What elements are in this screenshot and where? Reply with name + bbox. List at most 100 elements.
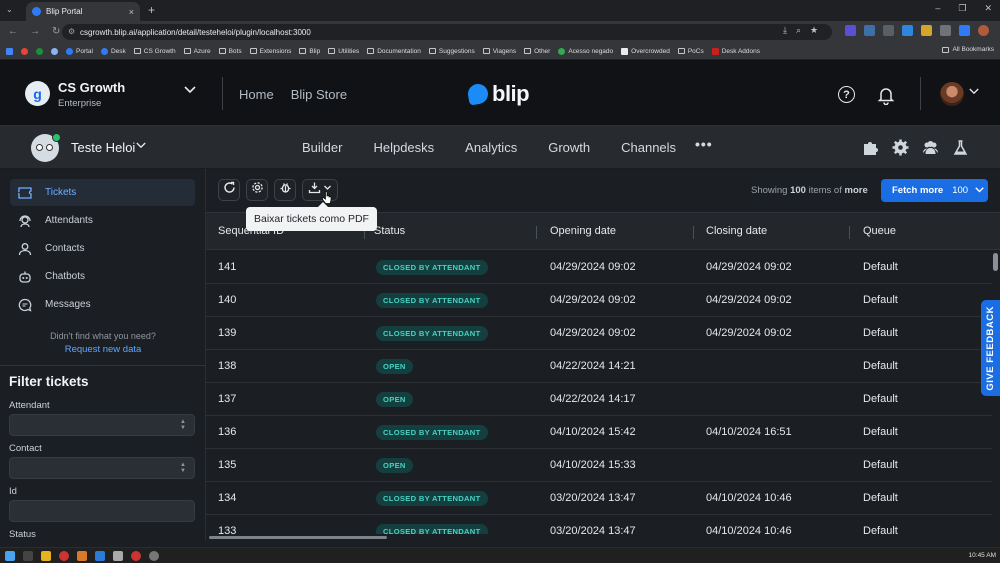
id-input[interactable]	[9, 500, 195, 522]
puzzle-icon[interactable]	[862, 139, 879, 156]
star-icon[interactable]: ★	[810, 25, 818, 36]
nav-analytics[interactable]: Analytics	[465, 140, 517, 155]
taskview-icon[interactable]	[23, 551, 33, 561]
minimize-button[interactable]: –	[935, 3, 940, 14]
settings-button[interactable]	[246, 179, 268, 201]
bookmark-overcrowded[interactable]: Overcrowded	[621, 47, 670, 55]
bot-name[interactable]: Teste Heloi	[71, 140, 135, 155]
vertical-scrollbar[interactable]	[993, 253, 998, 271]
table-row[interactable]: 139 CLOSED BY ATTENDANT 04/29/2024 09:02…	[206, 317, 992, 350]
app-icon[interactable]	[113, 551, 123, 561]
install-icon[interactable]: ⤓	[783, 25, 787, 36]
chevron-down-icon[interactable]	[969, 87, 979, 98]
column-header-closing-date[interactable]: Closing date	[706, 225, 767, 237]
start-icon[interactable]	[5, 551, 15, 561]
bookmark-portal[interactable]: Portal	[66, 47, 93, 55]
sidebar-item-attendants[interactable]: Attendants	[10, 207, 195, 234]
extension-icon[interactable]	[845, 25, 856, 36]
tab-search-icon[interactable]: ⌄	[6, 5, 13, 14]
reload-icon[interactable]: ↻	[52, 26, 60, 37]
help-icon[interactable]: ?	[838, 86, 855, 103]
app-icon[interactable]	[149, 551, 159, 561]
bookmark-apps-icon[interactable]	[6, 47, 13, 55]
zoom-icon[interactable]: ⌕	[796, 25, 801, 36]
extension-icon[interactable]	[864, 25, 875, 36]
bookmark-folder-suggestions[interactable]: Suggestions	[428, 48, 475, 55]
file-explorer-icon[interactable]	[41, 551, 51, 561]
extension-icon[interactable]	[921, 25, 932, 36]
back-icon[interactable]: ←	[8, 26, 18, 37]
sidebar-item-chatbots[interactable]: Chatbots	[10, 263, 195, 290]
extension-icon[interactable]	[883, 25, 894, 36]
bot-avatar[interactable]	[31, 133, 61, 162]
debug-button[interactable]	[274, 179, 296, 201]
table-row[interactable]: 137 OPEN 04/22/2024 14:17 Default	[206, 383, 992, 416]
bookmark-folder-viagens[interactable]: Viagens	[482, 48, 516, 55]
bookmark-folder-cs-growth[interactable]: CS Growth	[133, 48, 176, 55]
vscode-icon[interactable]	[95, 551, 105, 561]
chevron-down-icon[interactable]	[184, 86, 196, 97]
forward-icon[interactable]: →	[30, 26, 40, 37]
new-tab-button[interactable]: +	[148, 3, 155, 17]
extension-icon[interactable]	[902, 25, 913, 36]
bookmark-folder-utilities[interactable]: Utilities	[328, 48, 359, 55]
download-dropdown-button[interactable]	[302, 179, 338, 201]
bookmark-folder-extensions[interactable]: Extensions	[249, 48, 291, 55]
nav-home[interactable]: Home	[239, 87, 274, 102]
request-data-link[interactable]: Request new data	[0, 344, 206, 355]
column-header-queue[interactable]: Queue	[863, 225, 896, 237]
avatar[interactable]	[940, 82, 964, 106]
tab-close-icon[interactable]: ×	[129, 7, 134, 17]
bookmark-acesso-negado[interactable]: Acesso negado	[558, 47, 613, 55]
flask-icon[interactable]	[952, 139, 969, 156]
column-divider[interactable]	[849, 226, 850, 239]
table-row[interactable]: 135 OPEN 04/10/2024 15:33 Default	[206, 449, 992, 482]
bookmark-gmail-icon[interactable]	[21, 47, 28, 55]
bookmark-folder-blip[interactable]: Blip	[299, 48, 320, 55]
table-row[interactable]: 134 CLOSED BY ATTENDANT 03/20/2024 13:47…	[206, 482, 992, 515]
column-header-opening-date[interactable]: Opening date	[550, 225, 616, 237]
column-divider[interactable]	[536, 226, 537, 239]
blip-logo[interactable]: blip	[466, 81, 530, 107]
table-row[interactable]: 141 CLOSED BY ATTENDANT 04/29/2024 09:02…	[206, 251, 992, 284]
horizontal-scrollbar[interactable]	[209, 536, 387, 539]
column-divider[interactable]	[693, 226, 694, 239]
team-icon[interactable]	[922, 139, 939, 156]
org-name[interactable]: CS Growth	[58, 80, 125, 95]
bookmark-icon[interactable]	[36, 47, 43, 55]
bookmark-icon[interactable]	[51, 47, 58, 55]
nav-blip-store[interactable]: Blip Store	[291, 87, 347, 102]
maximize-button[interactable]: ❐	[958, 3, 966, 14]
browser-tab[interactable]: Blip Portal ×	[26, 2, 140, 21]
nav-helpdesks[interactable]: Helpdesks	[373, 140, 434, 155]
bookmark-folder-bots[interactable]: Bots	[218, 48, 242, 55]
chrome-icon[interactable]	[131, 551, 141, 561]
bookmark-folder-other[interactable]: Other	[524, 48, 550, 55]
profile-icon[interactable]	[978, 25, 989, 36]
all-bookmarks[interactable]: All Bookmarks	[942, 46, 994, 53]
chrome-icon[interactable]	[59, 551, 69, 561]
bookmark-desk-addons[interactable]: Desk Addons	[711, 47, 760, 55]
bell-icon[interactable]	[876, 85, 896, 106]
extension-icon[interactable]	[959, 25, 970, 36]
bookmark-folder-azure[interactable]: Azure	[183, 48, 211, 55]
table-row[interactable]: 140 CLOSED BY ATTENDANT 04/29/2024 09:02…	[206, 284, 992, 317]
chevron-down-icon[interactable]	[136, 141, 146, 151]
org-logo[interactable]: g	[25, 81, 50, 106]
refresh-button[interactable]	[218, 179, 240, 201]
bookmark-folder-documentation[interactable]: Documentation	[367, 48, 421, 55]
give-feedback-button[interactable]: GIVE FEEDBACK	[981, 300, 1000, 396]
site-info-icon[interactable]: ⚙	[68, 27, 75, 36]
table-row[interactable]: 133 CLOSED BY ATTENDANT 03/20/2024 13:47…	[206, 515, 992, 534]
puzzle-extensions-icon[interactable]	[940, 25, 951, 36]
url-input[interactable]: ⚙ csgrowth.blip.ai/application/detail/te…	[62, 24, 832, 40]
bookmark-folder-pocs[interactable]: PoCs	[677, 48, 704, 55]
column-header-status[interactable]: Status	[374, 225, 405, 237]
nav-growth[interactable]: Growth	[548, 140, 590, 155]
sidebar-item-contacts[interactable]: Contacts	[10, 235, 195, 262]
nav-builder[interactable]: Builder	[302, 140, 342, 155]
table-row[interactable]: 136 CLOSED BY ATTENDANT 04/10/2024 15:42…	[206, 416, 992, 449]
table-row[interactable]: 138 OPEN 04/22/2024 14:21 Default	[206, 350, 992, 383]
more-options-icon[interactable]: •••	[695, 136, 713, 152]
sidebar-item-tickets[interactable]: Tickets	[10, 179, 195, 206]
